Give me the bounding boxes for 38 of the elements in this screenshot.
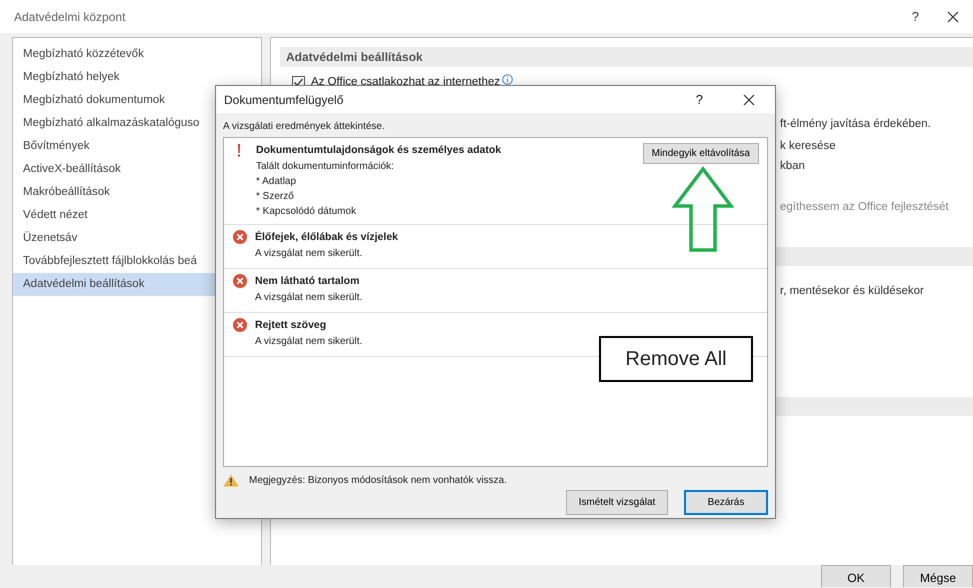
error-icon — [233, 230, 247, 244]
setting-text: k keresése — [780, 140, 836, 152]
result-detail: Talált dokumentuminformációk: — [256, 160, 395, 174]
result-title: Élőfejek, élőlábak és vízjelek — [255, 230, 399, 245]
info-icon — [502, 74, 513, 84]
result-detail: * Kapcsolódó dátumok — [256, 204, 358, 219]
close-icon[interactable] — [743, 94, 755, 106]
window-title: Adatvédelmi központ — [14, 8, 126, 26]
close-icon[interactable] — [947, 10, 959, 22]
setting-text: egíthessem az Office fejlesztését — [780, 201, 949, 213]
help-button[interactable]: ? — [912, 6, 919, 26]
error-icon — [233, 274, 247, 288]
annotation-label: Remove All — [599, 336, 753, 382]
ok-button[interactable]: OK — [821, 565, 891, 587]
result-detail: * Adatlap — [256, 174, 298, 189]
setting-text: kban — [780, 160, 805, 172]
close-button[interactable]: Bezárás — [684, 490, 768, 515]
section-header: Adatvédelmi beállítások — [280, 47, 973, 67]
rescan-button[interactable]: Ismételt vizsgálat — [566, 490, 668, 515]
warning-icon — [223, 474, 239, 487]
cancel-button[interactable]: Mégse — [903, 565, 973, 587]
result-detail: A vizsgálat nem sikerült. — [255, 334, 364, 348]
checkbox-label: Az Office csatlakozhat az internethez — [311, 75, 500, 90]
dialog-title: Dokumentumfelügyelő — [224, 92, 344, 108]
exclamation-icon — [237, 144, 241, 157]
result-title: Dokumentumtulajdonságok és személyes adatok — [256, 143, 502, 158]
sidebar-item[interactable]: Megbízható közzétevők — [13, 43, 261, 66]
setting-text: ft-élmény javítása érdekében. — [780, 118, 931, 130]
subtitle-text: A vizsgálati eredmények áttekintése. — [222, 120, 386, 134]
result-detail: * Szerző — [256, 190, 295, 204]
result-detail: A vizsgálat nem sikerült. — [255, 246, 364, 260]
note-text: Megjegyzés: Bizonyos módosítások nem vonhatók vissza. — [249, 474, 507, 488]
remove-all-button[interactable]: Mindegyik eltávolítása — [642, 143, 759, 164]
sidebar-item[interactable]: Megbízható helyek — [13, 66, 261, 89]
error-icon — [233, 318, 247, 332]
help-button[interactable]: ? — [696, 90, 703, 110]
result-title: Rejtett szöveg — [255, 318, 328, 333]
setting-text: r, mentésekor és küldésekor — [780, 285, 924, 297]
